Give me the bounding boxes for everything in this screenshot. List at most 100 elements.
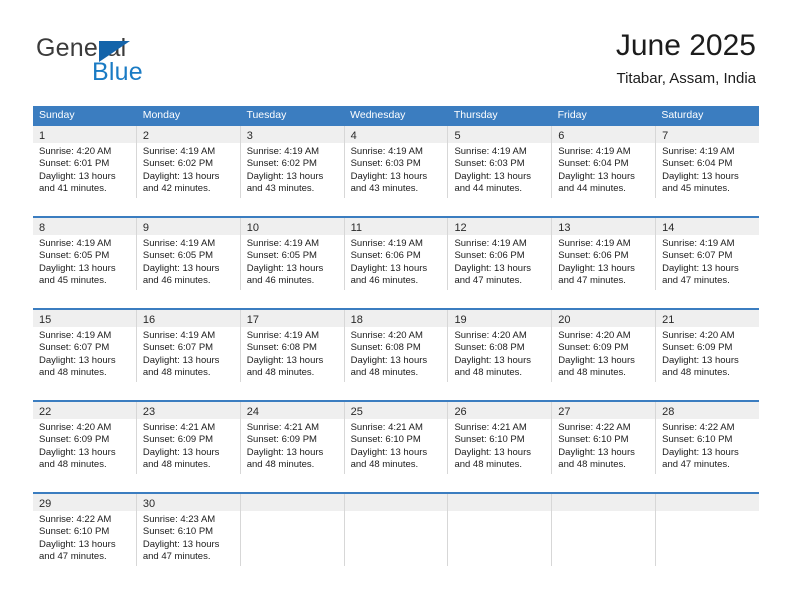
day-cell[interactable]: 14 Sunrise: 4:19 AM Sunset: 6:07 PM Dayligh… — [655, 218, 760, 290]
sunset-text: Sunset: 6:07 PM — [39, 342, 110, 354]
daylight-text-line2: and 46 minutes. — [350, 275, 419, 287]
weekday-header-friday: Friday — [557, 109, 587, 121]
daylight-text-line1: Daylight: 13 hours — [454, 354, 532, 366]
day-cell[interactable]: 19 Sunrise: 4:20 AM Sunset: 6:08 PM Dayligh… — [447, 310, 552, 382]
sunrise-text: Sunrise: 4:19 AM — [454, 146, 527, 157]
day-number: 1 — [39, 130, 46, 142]
day-number: 7 — [662, 130, 669, 142]
page-title: June 2025 — [615, 29, 756, 62]
day-number: 16 — [142, 314, 156, 326]
day-cell[interactable]: 23 Sunrise: 4:21 AM Sunset: 6:09 PM Dayligh… — [135, 402, 240, 474]
day-cell[interactable]: 16 Sunrise: 4:19 AM Sunset: 6:07 PM Dayligh… — [135, 310, 240, 382]
daylight-text-line2: and 48 minutes. — [350, 459, 419, 471]
day-number-band: 28 — [656, 402, 760, 419]
sunset-text: Sunset: 6:06 PM — [454, 250, 525, 262]
day-cell[interactable]: 27 Sunrise: 4:22 AM Sunset: 6:10 PM Dayligh… — [551, 402, 656, 474]
day-cell[interactable]: 10 Sunrise: 4:19 AM Sunset: 6:05 PM Dayligh… — [239, 218, 344, 290]
calendar-week-row: 15 Sunrise: 4:19 AM Sunset: 6:07 PM Dayligh… — [33, 308, 760, 382]
daylight-text-line1: Daylight: 13 hours — [558, 354, 635, 366]
weekday-header-sunday: Sunday — [39, 109, 75, 121]
day-number-band: 16 — [136, 310, 240, 327]
day-number-band: 14 — [656, 218, 760, 235]
day-cell-empty — [655, 494, 760, 566]
daylight-text-line2: and 47 minutes. — [454, 275, 523, 287]
calendar-week-row: 1 Sunrise: 4:20 AM Sunset: 6:01 PM Daylight… — [33, 124, 760, 198]
day-cell[interactable]: 12 Sunrise: 4:19 AM Sunset: 6:06 PM Dayligh… — [447, 218, 552, 290]
sunrise-text: Sunrise: 4:22 AM — [558, 422, 631, 433]
day-cell[interactable]: 13 Sunrise: 4:19 AM Sunset: 6:06 PM Dayligh… — [551, 218, 656, 290]
daylight-text-line2: and 47 minutes. — [662, 275, 730, 287]
day-details: Sunrise: 4:19 AM Sunset: 6:07 PM Daylight:… — [656, 235, 759, 288]
sunrise-text: Sunrise: 4:20 AM — [39, 422, 112, 433]
daylight-text-line2: and 45 minutes. — [662, 183, 730, 195]
day-cell[interactable]: 11 Sunrise: 4:19 AM Sunset: 6:06 PM Dayligh… — [343, 218, 448, 290]
day-number-band: 29 — [33, 494, 136, 511]
sunrise-text: Sunrise: 4:19 AM — [558, 238, 631, 249]
daylight-text-line1: Daylight: 13 hours — [39, 262, 116, 274]
sunrise-text: Sunrise: 4:19 AM — [454, 238, 527, 249]
day-details — [552, 511, 655, 514]
day-details: Sunrise: 4:21 AM Sunset: 6:10 PM Daylight:… — [448, 419, 551, 472]
day-number-band: 3 — [240, 126, 344, 143]
day-number: 26 — [454, 406, 467, 418]
day-cell[interactable]: 21 Sunrise: 4:20 AM Sunset: 6:09 PM Dayligh… — [655, 310, 760, 382]
day-cell[interactable]: 20 Sunrise: 4:20 AM Sunset: 6:09 PM Dayligh… — [551, 310, 656, 382]
day-cell[interactable]: 3 Sunrise: 4:19 AM Sunset: 6:02 PM Daylight… — [239, 126, 344, 198]
day-number: 13 — [558, 222, 571, 234]
daylight-text-line1: Daylight: 13 hours — [246, 262, 324, 274]
day-cell[interactable]: 26 Sunrise: 4:21 AM Sunset: 6:10 PM Dayligh… — [447, 402, 552, 474]
general-blue-logo[interactable]: General Blue — [36, 34, 246, 90]
sunset-text: Sunset: 6:09 PM — [39, 434, 110, 446]
day-number-band: 23 — [136, 402, 240, 419]
weekday-header-tuesday: Tuesday — [246, 109, 287, 121]
day-cell[interactable]: 5 Sunrise: 4:19 AM Sunset: 6:03 PM Daylight… — [447, 126, 552, 198]
day-number: 12 — [454, 222, 467, 234]
day-number: 24 — [246, 406, 259, 418]
day-cell[interactable]: 25 Sunrise: 4:21 AM Sunset: 6:10 PM Dayligh… — [343, 402, 448, 474]
day-cell[interactable]: 4 Sunrise: 4:19 AM Sunset: 6:03 PM Daylight… — [343, 126, 448, 198]
logo-blue-text: Blue — [92, 58, 143, 86]
sunrise-text: Sunrise: 4:20 AM — [350, 330, 423, 341]
day-cell[interactable]: 18 Sunrise: 4:20 AM Sunset: 6:08 PM Dayligh… — [343, 310, 448, 382]
day-cell[interactable]: 29 Sunrise: 4:22 AM Sunset: 6:10 PM Dayligh… — [33, 494, 136, 566]
sunset-text: Sunset: 6:01 PM — [39, 158, 110, 170]
day-number-band: 4 — [344, 126, 448, 143]
day-details: Sunrise: 4:19 AM Sunset: 6:03 PM Daylight:… — [345, 143, 448, 196]
day-details: Sunrise: 4:21 AM Sunset: 6:09 PM Daylight:… — [137, 419, 240, 472]
day-details: Sunrise: 4:19 AM Sunset: 6:05 PM Daylight:… — [241, 235, 344, 288]
daylight-text-line2: and 47 minutes. — [142, 551, 211, 563]
day-number: 23 — [142, 406, 156, 418]
day-cell[interactable]: 7 Sunrise: 4:19 AM Sunset: 6:04 PM Daylight… — [655, 126, 760, 198]
day-cell[interactable]: 1 Sunrise: 4:20 AM Sunset: 6:01 PM Daylight… — [33, 126, 136, 198]
calendar-grid: Sunday Monday Tuesday Wednesday Thursday… — [33, 106, 760, 566]
day-number-band: 24 — [240, 402, 344, 419]
day-number: 14 — [662, 222, 675, 234]
day-cell[interactable]: 8 Sunrise: 4:19 AM Sunset: 6:05 PM Daylight… — [33, 218, 136, 290]
sunset-text: Sunset: 6:08 PM — [454, 342, 525, 354]
day-cell[interactable]: 15 Sunrise: 4:19 AM Sunset: 6:07 PM Dayligh… — [33, 310, 136, 382]
day-number-band — [240, 494, 344, 511]
daylight-text-line2: and 43 minutes. — [246, 183, 315, 195]
sunset-text: Sunset: 6:05 PM — [39, 250, 110, 262]
day-details: Sunrise: 4:20 AM Sunset: 6:09 PM Daylight:… — [656, 327, 759, 380]
day-details: Sunrise: 4:20 AM Sunset: 6:09 PM Daylight:… — [552, 327, 655, 380]
day-cell[interactable]: 22 Sunrise: 4:20 AM Sunset: 6:09 PM Dayligh… — [33, 402, 136, 474]
weekday-header-wednesday: Wednesday — [350, 109, 406, 121]
day-cell[interactable]: 17 Sunrise: 4:19 AM Sunset: 6:08 PM Dayligh… — [239, 310, 344, 382]
day-details: Sunrise: 4:22 AM Sunset: 6:10 PM Daylight:… — [656, 419, 759, 472]
day-cell[interactable]: 30 Sunrise: 4:23 AM Sunset: 6:10 PM Dayligh… — [135, 494, 240, 566]
daylight-text-line1: Daylight: 13 hours — [350, 170, 428, 182]
day-cell[interactable]: 28 Sunrise: 4:22 AM Sunset: 6:10 PM Dayligh… — [655, 402, 760, 474]
day-cell[interactable]: 9 Sunrise: 4:19 AM Sunset: 6:05 PM Daylight… — [135, 218, 240, 290]
day-number: 29 — [39, 498, 52, 510]
daylight-text-line2: and 48 minutes. — [350, 367, 419, 379]
day-cell[interactable]: 6 Sunrise: 4:19 AM Sunset: 6:04 PM Daylight… — [551, 126, 656, 198]
day-cell[interactable]: 2 Sunrise: 4:19 AM Sunset: 6:02 PM Daylight… — [135, 126, 240, 198]
day-number-band — [344, 494, 448, 511]
sunset-text: Sunset: 6:09 PM — [246, 434, 317, 446]
day-details: Sunrise: 4:20 AM Sunset: 6:01 PM Daylight:… — [33, 143, 136, 196]
sunrise-text: Sunrise: 4:22 AM — [39, 514, 112, 525]
day-cell[interactable]: 24 Sunrise: 4:21 AM Sunset: 6:09 PM Dayligh… — [239, 402, 344, 474]
daylight-text-line1: Daylight: 13 hours — [558, 262, 635, 274]
day-number-band: 18 — [344, 310, 448, 327]
